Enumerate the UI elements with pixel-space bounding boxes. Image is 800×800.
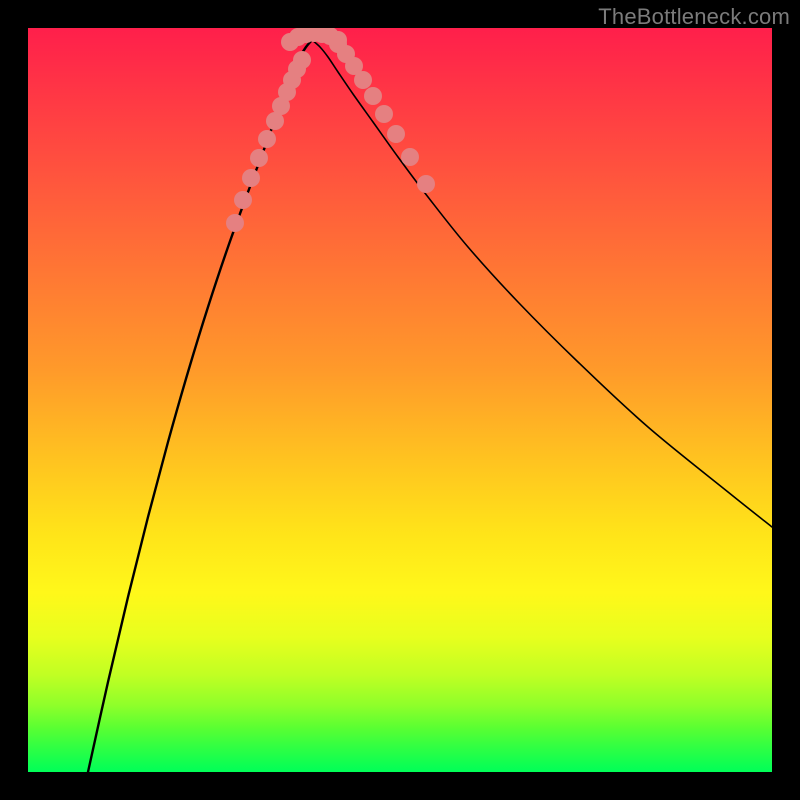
marker-dot [375, 105, 393, 123]
marker-dot [417, 175, 435, 193]
watermark-text: TheBottleneck.com [598, 4, 790, 30]
markers-right-marker-band [329, 35, 435, 193]
chart-svg [28, 28, 772, 772]
marker-dot [364, 87, 382, 105]
marker-dot [226, 214, 244, 232]
marker-dot [354, 71, 372, 89]
markers-left-marker-band [226, 51, 311, 232]
marker-dot [242, 169, 260, 187]
marker-dot [258, 130, 276, 148]
marker-dot [293, 51, 311, 69]
chart-frame: TheBottleneck.com [0, 0, 800, 800]
curve-left-curve [88, 40, 312, 772]
marker-dot [234, 191, 252, 209]
marker-dot [250, 149, 268, 167]
marker-dot [401, 148, 419, 166]
chart-plot-area [28, 28, 772, 772]
marker-dot [387, 125, 405, 143]
